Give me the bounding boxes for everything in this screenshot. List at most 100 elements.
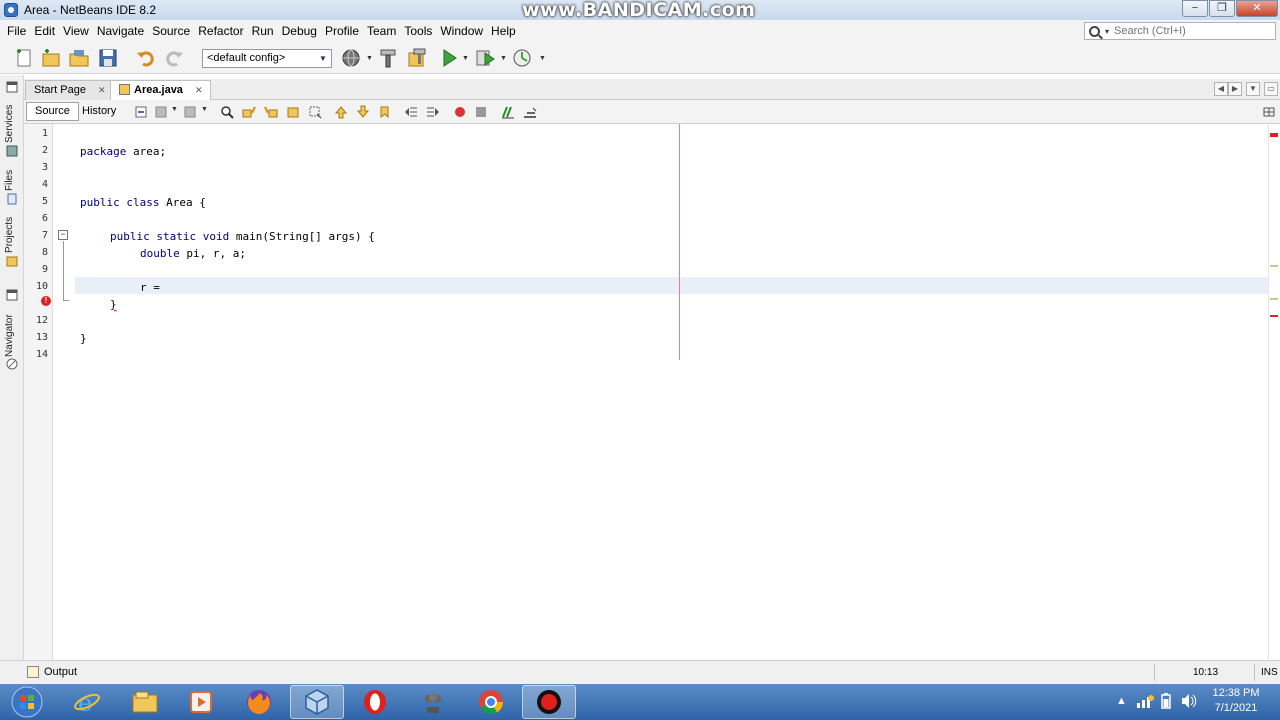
config-select[interactable]: <default config> ▼ [202, 49, 332, 68]
open-project-button[interactable] [68, 47, 90, 69]
split-editor-icon[interactable] [1262, 105, 1276, 119]
menu-tools[interactable]: Tools [400, 24, 436, 38]
output-window-icon[interactable] [27, 666, 39, 678]
build-hammer-button[interactable] [377, 47, 399, 69]
start-button[interactable] [5, 685, 49, 719]
source-view-button[interactable]: Source [26, 102, 79, 121]
warning-mark[interactable] [1270, 298, 1278, 300]
menu-window[interactable]: Window [436, 24, 487, 38]
history-view-button[interactable]: History [73, 102, 125, 121]
files-tab[interactable]: Files [4, 165, 20, 191]
error-stripe[interactable] [1268, 124, 1280, 660]
menu-profile[interactable]: Profile [321, 24, 363, 38]
error-icon[interactable]: ! [41, 296, 51, 306]
new-file-button[interactable] [13, 47, 35, 69]
error-mark[interactable] [1270, 133, 1278, 137]
debug-button[interactable] [474, 47, 496, 69]
uncomment-icon[interactable] [523, 105, 537, 119]
close-icon[interactable]: ✕ [98, 85, 106, 95]
chevron-down-icon[interactable]: ▼ [171, 106, 178, 113]
code-editor[interactable]: 1 2 3 4 5 6 7 8 9 10 12 13 14 ! − packag… [24, 124, 1280, 660]
opera-button[interactable] [348, 685, 402, 719]
chrome-button[interactable] [464, 685, 518, 719]
close-button[interactable]: ✕ [1236, 0, 1278, 17]
shift-left-icon[interactable] [404, 105, 418, 119]
profile-button[interactable] [511, 47, 533, 69]
code-line-13[interactable]: } [80, 332, 87, 345]
output-tab[interactable]: Output [44, 666, 77, 678]
undo-button[interactable] [135, 47, 157, 69]
code-line-10[interactable]: r = [140, 281, 160, 294]
network-icon[interactable] [1136, 693, 1154, 712]
volume-icon[interactable] [1180, 693, 1198, 712]
menu-source[interactable]: Source [148, 24, 194, 38]
shift-right-icon[interactable] [426, 105, 440, 119]
find-next-icon[interactable] [264, 105, 278, 119]
show-opened-documents-button[interactable]: ▼ [1246, 82, 1260, 96]
back-icon[interactable] [154, 105, 168, 119]
projects-tab[interactable]: Projects [4, 213, 20, 253]
services-tab[interactable]: Services [4, 99, 20, 143]
bandicam-button[interactable] [522, 685, 576, 719]
window-icon[interactable] [6, 81, 18, 93]
quick-search[interactable]: ▾ [1084, 22, 1276, 40]
redo-button[interactable] [163, 47, 185, 69]
minimize-button[interactable]: − [1182, 0, 1208, 17]
chevron-down-icon[interactable]: ▼ [500, 55, 507, 62]
maximize-button[interactable]: ❐ [1209, 0, 1235, 17]
code-line-2[interactable]: package area; [80, 145, 166, 158]
system-clock[interactable]: 12:38 PM 7/1/2021 [1206, 686, 1266, 716]
forward-icon[interactable] [183, 105, 197, 119]
chevron-down-icon[interactable]: ▼ [539, 55, 546, 62]
menu-debug[interactable]: Debug [278, 24, 321, 38]
battery-icon[interactable] [1160, 693, 1172, 712]
menu-help[interactable]: Help [487, 24, 520, 38]
scroll-tabs-left-button[interactable]: ◀ [1214, 82, 1228, 96]
menu-navigate[interactable]: Navigate [93, 24, 148, 38]
tab-start-page[interactable]: Start Page ✕ [25, 80, 115, 100]
code-line-8[interactable]: double pi, r, a; [140, 247, 246, 260]
maximize-window-button[interactable]: ▭ [1264, 82, 1278, 96]
toggle-bookmark-icon[interactable] [378, 105, 392, 119]
stop-macro-recording-icon[interactable] [474, 105, 488, 119]
file-explorer-button[interactable] [118, 685, 172, 719]
code-line-7[interactable]: public static void main(String[] args) { [110, 230, 375, 243]
emblem-app-button[interactable] [406, 685, 460, 719]
clean-build-button[interactable] [406, 47, 428, 69]
fold-collapse-icon[interactable]: − [58, 230, 68, 240]
next-bookmark-icon[interactable] [356, 105, 370, 119]
menu-view[interactable]: View [59, 24, 93, 38]
menu-team[interactable]: Team [363, 24, 400, 38]
tab-area-java[interactable]: Area.java ✕ [110, 80, 212, 100]
run-button[interactable] [438, 47, 460, 69]
firefox-button[interactable] [232, 685, 286, 719]
start-macro-recording-icon[interactable] [453, 105, 467, 119]
save-all-button[interactable] [97, 47, 119, 69]
chevron-down-icon[interactable]: ▾ [1105, 27, 1109, 36]
menu-refactor[interactable]: Refactor [194, 24, 247, 38]
warning-mark[interactable] [1270, 265, 1278, 267]
navigator-tab[interactable]: Navigator [4, 307, 20, 357]
search-input[interactable] [1114, 25, 1265, 37]
previous-bookmark-icon[interactable] [334, 105, 348, 119]
code-line-5[interactable]: public class Area { [80, 196, 206, 209]
find-previous-icon[interactable] [242, 105, 256, 119]
comment-icon[interactable] [501, 105, 515, 119]
toggle-highlight-icon[interactable] [286, 105, 300, 119]
internet-explorer-button[interactable]: e [60, 685, 114, 719]
chevron-down-icon[interactable]: ▼ [366, 55, 373, 62]
find-selection-icon[interactable] [220, 105, 234, 119]
netbeans-taskbar-button[interactable] [290, 685, 344, 719]
menu-run[interactable]: Run [248, 24, 278, 38]
scroll-tabs-right-button[interactable]: ▶ [1228, 82, 1242, 96]
last-edit-icon[interactable] [134, 105, 148, 119]
menu-edit[interactable]: Edit [30, 24, 59, 38]
new-project-button[interactable] [40, 47, 62, 69]
globe-button[interactable] [340, 47, 362, 69]
error-mark[interactable] [1270, 315, 1278, 317]
chevron-down-icon[interactable]: ▼ [201, 106, 208, 113]
code-line-11[interactable]: } [110, 298, 117, 311]
chevron-down-icon[interactable]: ▼ [317, 52, 329, 65]
media-player-button[interactable] [174, 685, 228, 719]
menu-file[interactable]: File [3, 24, 30, 38]
